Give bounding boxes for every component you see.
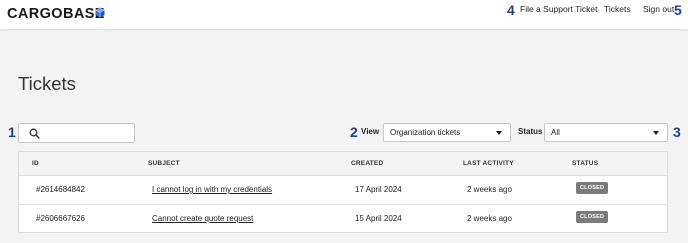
status-badge: CLOSED: [576, 211, 609, 223]
sign-out-link[interactable]: Sign out: [643, 4, 674, 14]
marker-2: 2: [350, 124, 358, 140]
search-box[interactable]: [18, 123, 135, 143]
view-select-value: Organization tickets: [390, 128, 461, 137]
column-header-status[interactable]: STATUS: [572, 160, 598, 167]
marker-1: 1: [8, 124, 16, 140]
column-header-created[interactable]: CREATED: [351, 160, 383, 167]
marker-4: 4: [507, 2, 515, 18]
column-header-subject[interactable]: SUBJECT: [148, 160, 180, 167]
view-label: View: [361, 127, 380, 136]
file-support-ticket-link[interactable]: File a Support Ticket: [520, 4, 597, 14]
search-icon: [29, 128, 40, 139]
tickets-table: ID SUBJECT CREATED LAST ACTIVITY STATUS …: [18, 151, 668, 233]
ticket-subject-link[interactable]: I cannot log in with my credentials: [152, 185, 272, 194]
view-select[interactable]: Organization tickets: [383, 123, 511, 142]
chevron-down-icon: [496, 131, 502, 135]
ticket-created: 15 April 2024: [355, 214, 402, 223]
search-input[interactable]: [45, 126, 131, 141]
table-row[interactable]: #2614684842 I cannot log in with my cred…: [19, 176, 667, 205]
chevron-down-icon: [653, 131, 659, 135]
page-title: Tickets: [18, 73, 76, 94]
tickets-link[interactable]: Tickets: [604, 4, 631, 14]
ticket-last-activity: 2 weeks ago: [467, 214, 512, 223]
marker-5: 5: [674, 2, 682, 18]
status-select-value: All: [551, 128, 560, 137]
table-header: ID SUBJECT CREATED LAST ACTIVITY STATUS: [19, 152, 667, 176]
ticket-id: #2614684842: [36, 185, 85, 194]
top-navbar: CARGOBASE File a Support Ticket Tickets …: [0, 0, 688, 29]
cargobase-logo[interactable]: CARGOBASE: [7, 6, 105, 22]
table-row[interactable]: #2606667626 Cannot create quote request …: [19, 205, 667, 234]
column-header-last-activity[interactable]: LAST ACTIVITY: [463, 160, 514, 167]
cube-icon: [95, 7, 105, 18]
marker-3: 3: [673, 124, 681, 140]
ticket-created: 17 April 2024: [355, 185, 402, 194]
status-select[interactable]: All: [544, 123, 668, 142]
ticket-subject-link[interactable]: Cannot create quote request: [152, 214, 253, 223]
status-label: Status: [518, 127, 543, 136]
column-header-id[interactable]: ID: [32, 160, 39, 167]
ticket-last-activity: 2 weeks ago: [467, 185, 512, 194]
status-badge: CLOSED: [576, 182, 609, 194]
ticket-id: #2606667626: [36, 214, 85, 223]
